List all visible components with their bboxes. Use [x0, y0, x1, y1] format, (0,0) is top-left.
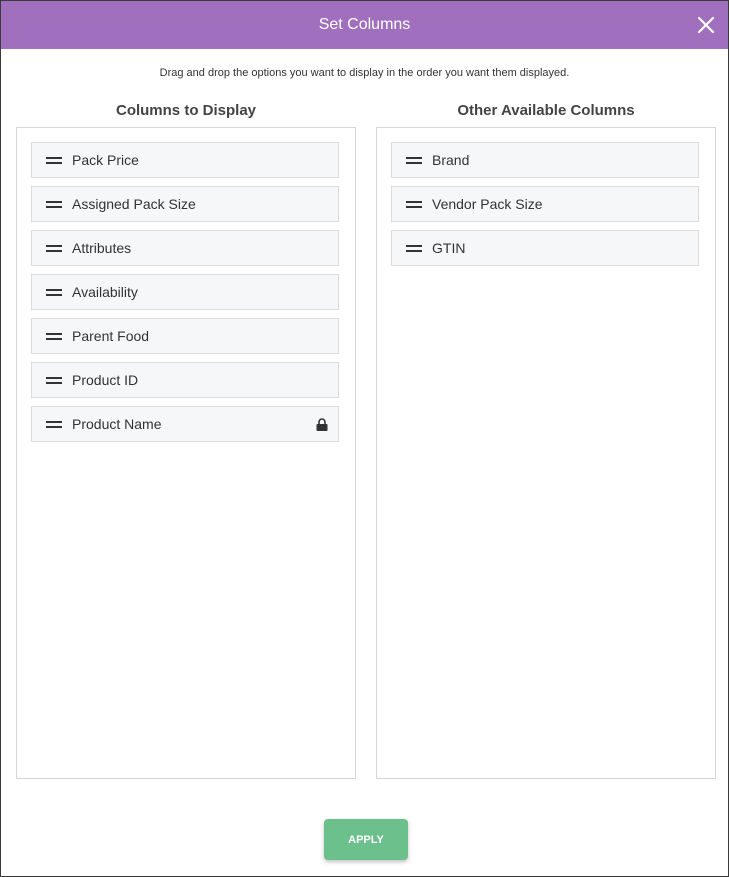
column-label: Assigned Pack Size — [72, 196, 196, 212]
columns-to-display-list[interactable]: Pack Price Assigned Pack Size Attributes… — [16, 127, 356, 779]
available-column-item[interactable]: GTIN — [391, 230, 699, 266]
drag-handle-icon[interactable] — [46, 289, 62, 296]
drag-handle-icon[interactable] — [46, 201, 62, 208]
instructions-text: Drag and drop the options you want to di… — [159, 67, 570, 79]
set-columns-dialog: Set Columns Drag and drop the options yo… — [0, 0, 729, 877]
display-column-item[interactable]: Assigned Pack Size — [31, 186, 339, 222]
dialog-header: Set Columns — [1, 1, 728, 49]
display-column-item[interactable]: Pack Price — [31, 142, 339, 178]
drag-handle-icon[interactable] — [46, 245, 62, 252]
drag-handle-icon[interactable] — [406, 157, 422, 164]
drag-handle-icon[interactable] — [46, 333, 62, 340]
apply-button[interactable]: APPLY — [324, 819, 408, 860]
close-icon[interactable] — [694, 13, 718, 37]
column-label: Pack Price — [72, 152, 139, 168]
display-column-item[interactable]: Attributes — [31, 230, 339, 266]
display-column-item[interactable]: Parent Food — [31, 318, 339, 354]
available-column-item[interactable]: Brand — [391, 142, 699, 178]
drag-handle-icon[interactable] — [406, 245, 422, 252]
columns-to-display-heading: Columns to Display — [115, 102, 257, 119]
drag-handle-icon[interactable] — [46, 157, 62, 164]
column-label: Product Name — [72, 416, 162, 432]
column-label: Availability — [72, 284, 138, 300]
display-column-item-locked: Product Name — [31, 406, 339, 442]
column-label: Vendor Pack Size — [432, 196, 543, 212]
other-available-columns-list[interactable]: Brand Vendor Pack Size GTIN — [376, 127, 716, 779]
column-label: Attributes — [72, 240, 132, 256]
display-column-item[interactable]: Product ID — [31, 362, 339, 398]
dialog-title: Set Columns — [318, 16, 411, 33]
drag-handle-icon[interactable] — [46, 377, 62, 384]
drag-handle-icon[interactable] — [406, 201, 422, 208]
column-label: Product ID — [72, 372, 139, 388]
display-column-item[interactable]: Availability — [31, 274, 339, 310]
available-column-item[interactable]: Vendor Pack Size — [391, 186, 699, 222]
column-label: Parent Food — [72, 328, 150, 344]
drag-handle-icon — [46, 421, 62, 428]
other-available-columns-heading: Other Available Columns — [457, 102, 635, 119]
lock-icon — [316, 418, 328, 431]
column-label: GTIN — [432, 240, 466, 256]
column-label: Brand — [432, 152, 470, 168]
